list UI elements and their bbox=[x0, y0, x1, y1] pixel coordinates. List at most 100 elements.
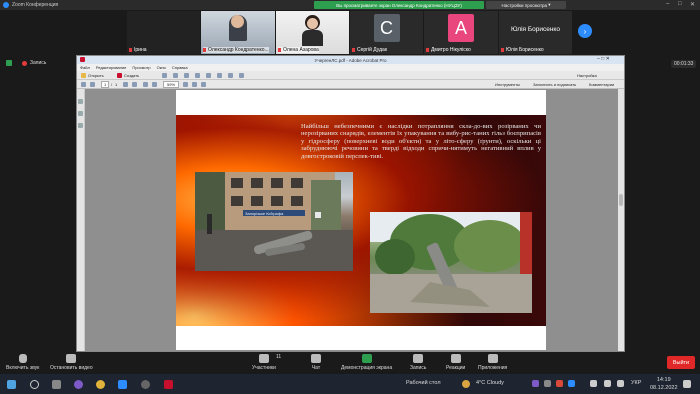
participant-display-name: Юлія Борисенко bbox=[511, 26, 560, 33]
document-canvas[interactable]: Найбільш небезпечними є наслідки потрапл… bbox=[85, 89, 618, 351]
muted-mic-icon bbox=[352, 47, 355, 52]
battery-icon[interactable] bbox=[617, 380, 624, 387]
share-screen-button[interactable]: Демонстрация экрана bbox=[341, 354, 392, 371]
next-participants-button[interactable]: › bbox=[578, 24, 592, 38]
participant-name-text: Сергій Дудак bbox=[357, 47, 388, 53]
windows-start-icon[interactable] bbox=[7, 380, 16, 389]
acrobat-toolbar-nav: 1 / 1 59% Инструменты Заполнить и подпис… bbox=[77, 80, 624, 89]
stop-video-button[interactable]: Остановить видео bbox=[50, 354, 93, 371]
unmute-button[interactable]: Включить звук bbox=[6, 354, 39, 371]
notifications-icon[interactable] bbox=[683, 380, 691, 388]
create-button[interactable]: Создать bbox=[124, 72, 139, 79]
close-icon[interactable]: ✕ bbox=[690, 1, 695, 8]
menu-file[interactable]: Файл bbox=[80, 65, 90, 70]
acrobat-window-controls-icon[interactable]: – □ ✕ bbox=[597, 56, 610, 62]
settings-icon[interactable] bbox=[195, 73, 200, 78]
fill-sign-tab[interactable]: Заполнить и подписать bbox=[533, 81, 576, 88]
hand-tool-icon[interactable] bbox=[132, 82, 137, 87]
save-icon[interactable] bbox=[162, 73, 167, 78]
weather-text[interactable]: 4°C Cloudy bbox=[476, 380, 504, 386]
zoom-taskbar-icon[interactable] bbox=[118, 380, 127, 389]
photo-street-missile-drawing bbox=[195, 172, 353, 271]
customize-button[interactable]: Настройка bbox=[577, 72, 597, 79]
participant-tile[interactable]: С Сергій Дудак bbox=[350, 11, 423, 54]
record-button[interactable]: Запись bbox=[410, 354, 426, 371]
select-tool-icon[interactable] bbox=[123, 82, 128, 87]
reactions-button[interactable]: Реакции bbox=[446, 354, 465, 371]
menu-view[interactable]: Просмотр bbox=[132, 65, 150, 70]
security-shield-icon[interactable] bbox=[6, 60, 12, 66]
read-mode-icon[interactable] bbox=[201, 82, 206, 87]
desktop-label[interactable]: Рабочий стол bbox=[406, 380, 441, 386]
comment-icon[interactable] bbox=[206, 73, 211, 78]
participant-tile[interactable]: Олександр Кондратенко... bbox=[201, 11, 275, 54]
fit-page-icon[interactable] bbox=[183, 82, 188, 87]
view-settings-button[interactable]: Настройки просмотра ▾ bbox=[486, 1, 566, 9]
zoom-logo-icon bbox=[3, 2, 9, 8]
participant-tile[interactable]: А Дмитро Нікуліско bbox=[424, 11, 498, 54]
muted-mic-icon bbox=[18, 354, 27, 363]
photo-street-missile: Запорізьке КиЇграфа bbox=[195, 172, 353, 271]
stamp-icon[interactable] bbox=[217, 73, 222, 78]
vertical-scrollbar[interactable] bbox=[618, 89, 624, 351]
app-icon[interactable] bbox=[141, 380, 150, 389]
participant-name: Сергій Дудак bbox=[352, 47, 387, 53]
attachments-icon[interactable] bbox=[78, 123, 83, 128]
participants-count: 11 bbox=[276, 354, 282, 360]
sign-icon[interactable] bbox=[228, 73, 233, 78]
share-screen-icon bbox=[361, 354, 372, 363]
zoom-level-select[interactable]: 59% bbox=[163, 81, 180, 88]
leave-button[interactable]: Выйти bbox=[667, 356, 695, 369]
zoom-in-icon[interactable] bbox=[152, 82, 157, 87]
menu-help[interactable]: Справка bbox=[172, 65, 188, 70]
language-indicator[interactable]: УКР bbox=[631, 380, 641, 386]
bookmarks-icon[interactable] bbox=[78, 111, 83, 116]
apps-button[interactable]: Приложения bbox=[478, 354, 507, 371]
search-icon[interactable] bbox=[30, 380, 39, 389]
minimize-icon[interactable]: – bbox=[666, 1, 669, 7]
chat-button[interactable]: Чат bbox=[311, 354, 321, 371]
participant-name: Олена Азарова bbox=[278, 47, 319, 53]
reactions-label: Реакции bbox=[446, 365, 466, 371]
open-button[interactable]: Открыть bbox=[88, 72, 104, 79]
zoom-control-bar: Включить звук Остановить видео Участники… bbox=[0, 352, 700, 374]
task-view-icon[interactable] bbox=[52, 380, 61, 389]
volume-icon[interactable] bbox=[604, 380, 611, 387]
chevron-right-icon: › bbox=[583, 26, 587, 36]
print-icon[interactable] bbox=[173, 73, 178, 78]
tray-icon[interactable] bbox=[568, 380, 575, 387]
maximize-icon[interactable]: □ bbox=[678, 1, 682, 7]
page-thumbnails-icon[interactable] bbox=[78, 99, 83, 104]
participant-tile[interactable]: Юлія Борисенко Юлія Борисенко bbox=[499, 11, 572, 54]
participant-face bbox=[307, 18, 318, 29]
next-page-icon[interactable] bbox=[90, 82, 95, 87]
view-settings-label: Настройки просмотра bbox=[501, 2, 548, 8]
participants-button[interactable]: Участники bbox=[252, 354, 276, 371]
menu-window[interactable]: Окно bbox=[157, 65, 166, 70]
comments-tab[interactable]: Комментарии bbox=[589, 81, 614, 88]
fit-width-icon[interactable] bbox=[192, 82, 197, 87]
menu-edit[interactable]: Редактирование bbox=[96, 65, 126, 70]
acrobat-toolbar-main: Открыть Создать Настройка bbox=[77, 71, 624, 80]
page-number-input[interactable]: 1 bbox=[101, 81, 110, 88]
scroll-thumb[interactable] bbox=[619, 194, 623, 206]
unmute-label: Включить звук bbox=[6, 365, 40, 371]
share-icon[interactable] bbox=[239, 73, 244, 78]
network-icon[interactable] bbox=[590, 380, 597, 387]
muted-mic-icon bbox=[129, 47, 132, 52]
tray-icon[interactable] bbox=[544, 380, 551, 387]
viber-icon[interactable] bbox=[74, 380, 83, 389]
windows-taskbar: Рабочий стол 4°C Cloudy УКР 14:19 08.12.… bbox=[0, 374, 700, 394]
participant-tile[interactable]: Олена Азарова bbox=[276, 11, 349, 54]
tray-icon[interactable] bbox=[532, 380, 539, 387]
tools-tab[interactable]: Инструменты bbox=[495, 81, 520, 88]
participant-tile[interactable]: Ірина bbox=[127, 11, 200, 54]
acrobat-taskbar-icon[interactable] bbox=[164, 380, 173, 389]
prev-page-icon[interactable] bbox=[81, 82, 86, 87]
clock[interactable]: 14:19 08.12.2022 bbox=[650, 376, 678, 392]
email-icon[interactable] bbox=[184, 73, 189, 78]
recording-label: Запись bbox=[30, 60, 47, 66]
tray-icon[interactable] bbox=[556, 380, 563, 387]
chrome-icon[interactable] bbox=[96, 380, 105, 389]
zoom-out-icon[interactable] bbox=[143, 82, 148, 87]
